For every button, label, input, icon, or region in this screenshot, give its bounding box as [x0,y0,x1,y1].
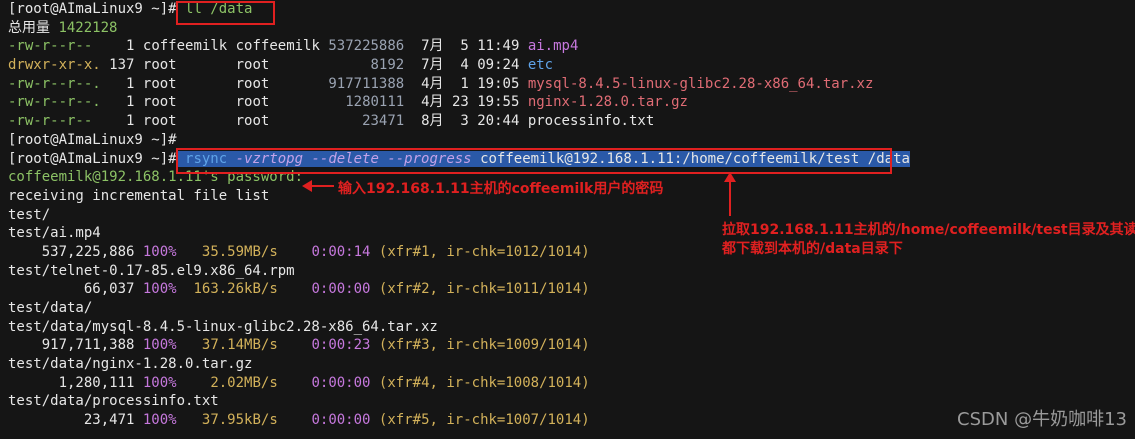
ls-filename: nginx-1.28.0.tar.gz [527,94,688,111]
highlight-box-ll [176,1,275,25]
ls-group: root [235,113,320,130]
total-label: 总用量 [8,19,50,36]
ls-row: -rw-r--r--. 1 root root 917711388 4月 1 1… [8,75,874,92]
ls-time: 09:24 [477,57,520,74]
transfer-progress: 23,471 100% 37.95kB/s 0:00:00 (xfr#5, ir… [8,411,910,430]
transfer-elapsed: 0:00:23 [311,337,371,354]
ls-group: root [235,57,320,74]
ls-time: 19:55 [477,94,520,111]
password-annotation: 输入192.168.1.11主机的coffeemilk用户的密码 [338,181,664,197]
ls-group: coffeemilk [235,38,320,55]
ls-filename: ai.mp4 [527,38,579,55]
arrow-pull [729,180,731,216]
transfer-elapsed: 0:00:00 [311,281,371,298]
transfer-rate: 35.59MB/s [185,243,278,260]
transfer-rate: 37.14MB/s [185,337,278,354]
transfer-bytes: 917,711,388 [8,337,135,354]
transfer-rate: 2.02MB/s [185,374,278,391]
transfer-xfr: (xfr#4, ir-chk=1008/1014) [378,374,590,391]
transfer-xfr: (xfr#3, ir-chk=1009/1014) [378,337,590,354]
ls-size: 917711388 [328,75,405,92]
transfer-rate: 163.26kB/s [185,281,278,298]
ls-row: -rw-r--r--. 1 root root 1280111 4月 23 19… [8,94,688,111]
ls-owner: root [142,94,228,111]
transfer-path: test/data/processinfo.txt [8,393,219,410]
highlight-box-rsync [176,148,892,174]
ls-links: 1 [109,75,135,92]
shell-prompt: [root@AImaLinux9 ~]# [8,131,177,148]
ls-time: 19:05 [477,75,520,92]
arrow-pull-head [724,172,736,182]
ls-row: -rw-r--r-- 1 coffeemilk coffeemilk 53722… [8,38,579,55]
ls-size: 1280111 [328,94,405,111]
ls-filename: processinfo.txt [527,113,655,130]
ls-links: 1 [109,38,135,55]
transfer-percent: 100% [142,374,177,391]
total-value: 1422128 [58,19,118,36]
pull-annotation-line1: 拉取192.168.1.11主机的/home/coffeemilk/test目录… [722,222,1135,238]
transfer-bytes: 23,471 [8,412,135,429]
ls-owner: root [142,113,228,130]
ls-owner: coffeemilk [142,38,228,55]
ls-month: 7月 [421,38,444,55]
ls-filename: etc [527,57,554,74]
ls-owner: root [142,57,228,74]
transfer-xfr: (xfr#5, ir-chk=1007/1014) [378,412,590,429]
terminal-output: [root@AImaLinux9 ~]# ll /data 总用量 142212… [8,0,910,430]
ls-perm: -rw-r--r--. [8,75,101,92]
ls-size: 23471 [328,113,405,130]
shell-prompt: [root@AImaLinux9 ~]# [8,1,177,17]
transfer-percent: 100% [142,281,177,298]
ls-month: 8月 [421,113,444,130]
transfer-progress: 1,280,111 100% 2.02MB/s 0:00:00 (xfr#4, … [8,374,910,393]
ls-filename: mysql-8.4.5-linux-glibc2.28-x86_64.tar.x… [527,75,874,92]
ls-links: 137 [109,57,135,74]
transfer-xfr: (xfr#2, ir-chk=1011/1014) [378,281,590,298]
ls-perm: -rw-r--r-- [8,38,101,55]
transfer-path: test/data/ [8,300,93,316]
transfer-path: test/telnet-0.17-85.el9.x86_64.rpm [8,262,295,279]
ls-perm: -rw-r--r--. [8,94,101,111]
ls-month: 4月 [421,75,444,92]
ls-listing: -rw-r--r-- 1 coffeemilk coffeemilk 53722… [8,37,910,130]
ls-size: 8192 [328,57,405,74]
ls-owner: root [142,75,228,92]
transfer-elapsed: 0:00:00 [311,412,371,429]
transfer-path: test/data/mysql-8.4.5-linux-glibc2.28-x8… [8,318,438,335]
transfer-elapsed: 0:00:00 [311,374,371,391]
ls-time: 11:49 [477,38,520,55]
transfer-percent: 100% [142,412,177,429]
ls-month: 7月 [421,57,444,74]
transfer-progress: 66,037 100% 163.26kB/s 0:00:00 (xfr#2, i… [8,280,910,299]
transfer-percent: 100% [142,243,177,260]
ls-time: 20:44 [477,113,520,130]
shell-prompt: [root@AImaLinux9 ~]# [8,150,177,167]
prompt-line-empty: [root@AImaLinux9 ~]# [8,131,910,150]
transfer-elapsed: 0:00:14 [311,243,371,260]
transfer-bytes: 66,037 [8,281,135,298]
transfer-percent: 100% [142,337,177,354]
transfer-rate: 37.95kB/s [185,412,278,429]
ls-group: root [235,75,320,92]
ls-perm: drwxr-xr-x. [8,57,101,74]
watermark: CSDN @牛奶咖啡13 [957,409,1127,430]
ls-links: 1 [109,94,135,111]
prompt-line-ll: [root@AImaLinux9 ~]# ll /data [8,0,910,19]
arrow-password-head [302,180,312,192]
ls-perm: -rw-r--r-- [8,113,101,130]
ls-links: 1 [109,113,135,130]
ls-size: 537225886 [328,38,405,55]
total-line: 总用量 1422128 [8,19,910,38]
ls-row: -rw-r--r-- 1 root root 23471 8月 3 20:44 … [8,113,655,130]
ls-row: drwxr-xr-x. 137 root root 8192 7月 4 09:2… [8,57,554,74]
ls-group: root [235,94,320,111]
ls-month: 4月 [421,94,444,111]
transfer-bytes: 1,280,111 [8,374,135,391]
pull-annotation-line2: 都下载到本机的/data目录下 [722,241,903,257]
transfer-bytes: 537,225,886 [8,243,135,260]
transfer-xfr: (xfr#1, ir-chk=1012/1014) [378,243,590,260]
transfer-progress: 917,711,388 100% 37.14MB/s 0:00:23 (xfr#… [8,336,910,355]
transfer-path: test/data/nginx-1.28.0.tar.gz [8,356,253,373]
